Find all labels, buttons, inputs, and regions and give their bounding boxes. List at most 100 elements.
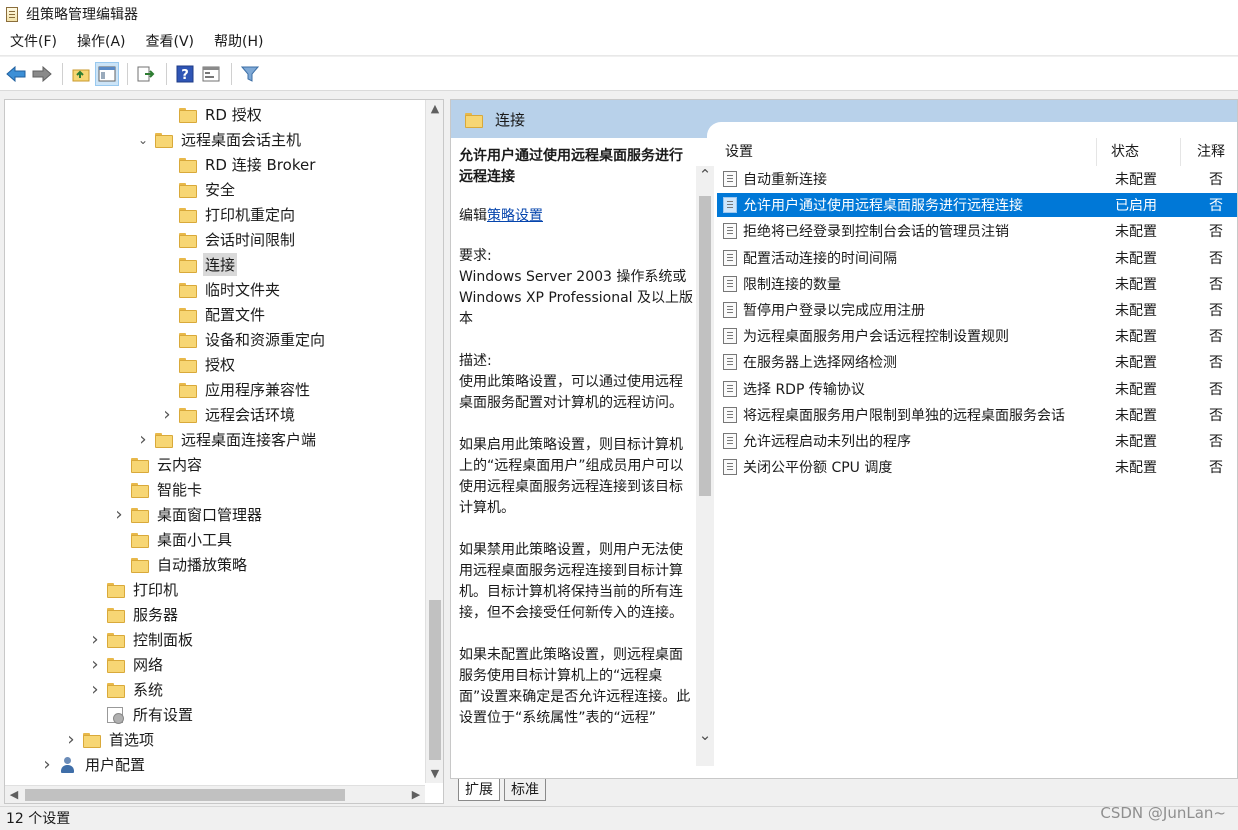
tree-item[interactable]: RD 授权 [159,102,264,127]
setting-row[interactable]: 暂停用户登录以完成应用注册 未配置 否 [717,298,1237,322]
tree-item[interactable]: 打印机 [87,577,180,602]
view-tabs: 扩展 标准 [450,778,1238,804]
tree-item[interactable]: 安全 [159,177,237,202]
tree-item[interactable]: › 用户配置 [39,752,147,777]
setting-state: 未配置 [1115,172,1157,188]
description-panel: 允许用户通过使用远程桌面服务进行远程连接 编辑策略设置 要求: Windows … [451,138,713,778]
setting-row[interactable]: 允许用户通过使用远程桌面服务进行远程连接 已启用 否 [717,193,1237,218]
tree-item-label: 安全 [205,181,236,199]
back-icon[interactable] [4,62,28,86]
tree-item[interactable]: › 远程会话环境 [159,402,297,427]
menu-action[interactable]: 操作(A) [67,28,136,56]
forward-icon[interactable] [30,62,54,86]
scroll-up-chevron-icon[interactable]: ⌃ [696,166,714,184]
tree-item[interactable]: 自动播放策略 [111,552,249,577]
policy-settings-link[interactable]: 策略设置 [487,208,543,224]
scroll-up-arrow-icon[interactable]: ▲ [426,100,443,118]
tree-item[interactable]: RD 连接 Broker [159,152,317,177]
setting-state: 已启用 [1115,198,1157,215]
tree-item[interactable]: 云内容 [111,452,204,477]
tree-item[interactable]: 会话时间限制 [159,227,297,252]
description-paragraph: 如果禁用此策略设置，则用户无法使用远程桌面服务远程连接到目标计算机。目标计算机将… [459,542,683,621]
tree-item[interactable]: 授权 [159,352,237,377]
tree-item-label: 用户配置 [85,756,146,774]
setting-row[interactable]: 关闭公平份额 CPU 调度 未配置 否 [717,455,1237,479]
scroll-thumb[interactable] [429,600,441,760]
policy-setting-icon [723,197,737,214]
watermark: CSDN @JunLan~ [1100,804,1226,822]
up-folder-icon[interactable] [69,62,93,86]
tree-item[interactable]: 智能卡 [111,477,204,502]
expand-chevron-icon[interactable]: › [111,504,127,525]
setting-row[interactable]: 允许远程启动未列出的程序 未配置 否 [717,429,1237,453]
folder-icon [155,133,173,148]
tree-vertical-scrollbar[interactable]: ▲ ▼ [425,100,443,783]
description-scrollbar[interactable]: ⌃ ⌄ [696,166,714,766]
setting-row[interactable]: 为远程桌面服务用户会话远程控制设置规则 未配置 否 [717,324,1237,348]
expand-chevron-icon[interactable]: › [159,404,175,425]
tree-item[interactable]: 所有设置 [87,702,195,727]
setting-row[interactable]: 选择 RDP 传输协议 未配置 否 [717,377,1237,401]
column-header-state[interactable]: 状态 [1097,138,1181,166]
setting-row[interactable]: 自动重新连接 未配置 否 [717,167,1237,191]
policy-setting-icon [723,354,737,371]
tree-item[interactable]: 服务器 [87,602,180,627]
expand-chevron-icon[interactable]: › [87,654,103,675]
tree-item[interactable]: 连接 [159,252,238,277]
tab-standard[interactable]: 标准 [504,779,546,801]
tree-item[interactable]: 打印机重定向 [159,202,297,227]
tree-horizontal-scrollbar[interactable]: ◀ ▶ [5,785,425,803]
tree-item[interactable]: 临时文件夹 [159,277,282,302]
tree-item[interactable]: › 桌面窗口管理器 [111,502,264,527]
scroll-right-arrow-icon[interactable]: ▶ [407,786,425,803]
tab-extended[interactable]: 扩展 [458,779,500,801]
tree-item[interactable]: 应用程序兼容性 [159,377,312,402]
tree-item[interactable]: 桌面小工具 [111,527,234,552]
collapse-chevron-icon[interactable]: ⌄ [135,132,151,148]
menu-file[interactable]: 文件(F) [0,28,67,56]
folder-icon [131,458,149,473]
scroll-down-chevron-icon[interactable]: ⌄ [696,726,714,744]
scroll-down-arrow-icon[interactable]: ▼ [426,765,443,783]
setting-name-cell: 拒绝将已经登录到控制台会话的管理员注销 [717,221,1097,241]
folder-icon [107,658,125,673]
menu-help[interactable]: 帮助(H) [204,28,273,56]
export-list-icon[interactable] [134,62,158,86]
column-header-setting[interactable]: 设置 [717,138,1097,166]
setting-row[interactable]: 在服务器上选择网络检测 未配置 否 [717,350,1237,374]
expand-chevron-icon[interactable]: › [39,754,55,775]
scroll-thumb[interactable] [699,196,711,496]
tree-item[interactable]: › 控制面板 [87,627,195,652]
console-icon[interactable] [199,62,223,86]
setting-row[interactable]: 限制连接的数量 未配置 否 [717,272,1237,296]
show-hide-tree-icon[interactable] [95,61,119,86]
setting-comment: 否 [1209,329,1223,346]
tree-item[interactable]: › 系统 [87,677,165,702]
expand-chevron-icon[interactable]: › [87,629,103,650]
toolbar-separator [127,62,128,85]
setting-row[interactable]: 拒绝将已经登录到控制台会话的管理员注销 未配置 否 [717,219,1237,243]
tree-item[interactable]: › 网络 [87,652,165,677]
scroll-left-arrow-icon[interactable]: ◀ [5,786,23,803]
tree-item-label: 智能卡 [157,481,203,499]
expand-chevron-icon[interactable]: › [135,429,151,450]
tree-item[interactable]: › 远程桌面连接客户端 [135,427,318,452]
tree-item[interactable]: ⌄ 远程桌面会话主机 [135,127,303,152]
tree-item[interactable]: › 首选项 [63,727,156,752]
setting-row[interactable]: 将远程桌面服务用户限制到单独的远程桌面服务会话 未配置 否 [717,403,1237,427]
scroll-thumb[interactable] [25,789,345,801]
setting-row[interactable]: 配置活动连接的时间间隔 未配置 否 [717,246,1237,270]
expand-chevron-icon[interactable]: › [63,729,79,750]
tree-item-label: 打印机 [133,581,179,599]
help-icon[interactable]: ? [173,62,197,86]
setting-name-cell: 允许用户通过使用远程桌面服务进行远程连接 [717,195,1097,215]
tree-item[interactable]: 设备和资源重定向 [159,327,327,352]
menu-view[interactable]: 查看(V) [136,28,205,56]
column-header-comment[interactable]: 注释 [1181,138,1237,166]
tree-item[interactable]: 配置文件 [159,302,267,327]
filter-icon[interactable] [238,62,262,86]
expand-chevron-icon[interactable]: › [87,679,103,700]
